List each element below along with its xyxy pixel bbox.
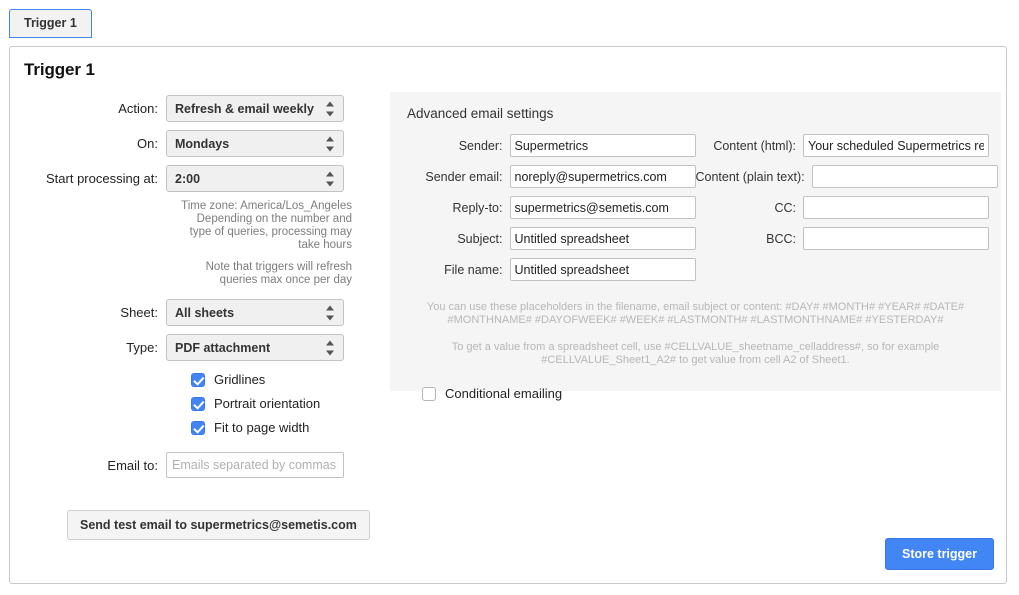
trigger-settings-form: Action: Refresh & email weekly On: Monda… bbox=[10, 95, 382, 540]
bcc-label: BCC: bbox=[696, 232, 804, 246]
sender-row: Sender: bbox=[402, 134, 696, 157]
bcc-row: BCC: bbox=[696, 227, 990, 250]
start-processing-label: Start processing at: bbox=[10, 171, 166, 186]
on-select[interactable]: Mondays bbox=[166, 130, 344, 157]
checkbox-conditional-emailing[interactable]: Conditional emailing bbox=[422, 386, 989, 401]
type-row: Type: PDF attachment bbox=[10, 334, 382, 361]
file-name-row: File name: bbox=[402, 258, 696, 281]
content-html-input[interactable] bbox=[803, 134, 989, 157]
page-title: Trigger 1 bbox=[24, 60, 95, 80]
sender-email-label: Sender email: bbox=[402, 170, 510, 184]
content-html-row: Content (html): bbox=[696, 134, 990, 157]
trigger-card: Trigger 1 Action: Refresh & email weekly… bbox=[9, 46, 1007, 584]
sheet-select-value: All sheets bbox=[167, 306, 234, 320]
checkbox-fit-to-page-width[interactable]: Fit to page width bbox=[191, 420, 382, 435]
action-row: Action: Refresh & email weekly bbox=[10, 95, 382, 122]
sender-input[interactable] bbox=[510, 134, 696, 157]
checkbox-gridlines-label: Gridlines bbox=[214, 372, 265, 387]
checkmark-icon bbox=[191, 421, 205, 435]
email-to-input[interactable] bbox=[166, 452, 344, 478]
on-row: On: Mondays bbox=[10, 130, 382, 157]
cc-label: CC: bbox=[696, 201, 804, 215]
start-processing-select[interactable]: 2:00 bbox=[166, 165, 344, 192]
stepper-icon bbox=[325, 136, 334, 151]
on-label: On: bbox=[10, 136, 166, 151]
sender-label: Sender: bbox=[402, 139, 510, 153]
checkbox-portrait-orientation[interactable]: Portrait orientation bbox=[191, 396, 382, 411]
reply-to-row: Reply-to: bbox=[402, 196, 696, 219]
type-select-value: PDF attachment bbox=[167, 341, 270, 355]
email-to-label: Email to: bbox=[10, 458, 166, 473]
tab-trigger-1[interactable]: Trigger 1 bbox=[9, 9, 92, 38]
on-select-value: Mondays bbox=[167, 137, 229, 151]
content-plain-text-input[interactable] bbox=[812, 165, 998, 188]
checkbox-fit-to-page-width-label: Fit to page width bbox=[214, 420, 309, 435]
email-to-row: Email to: bbox=[10, 452, 382, 478]
refresh-note: Note that triggers will refresh queries … bbox=[174, 261, 352, 287]
send-test-email-button[interactable]: Send test email to supermetrics@semetis.… bbox=[67, 510, 370, 540]
sender-email-input[interactable] bbox=[510, 165, 696, 188]
type-select[interactable]: PDF attachment bbox=[166, 334, 344, 361]
checkbox-portrait-orientation-label: Portrait orientation bbox=[214, 396, 320, 411]
start-processing-row: Start processing at: 2:00 bbox=[10, 165, 382, 192]
file-name-label: File name: bbox=[402, 263, 510, 277]
bcc-input[interactable] bbox=[803, 227, 989, 250]
cc-input[interactable] bbox=[803, 196, 989, 219]
file-name-input[interactable] bbox=[510, 258, 696, 281]
type-label: Type: bbox=[10, 340, 166, 355]
subject-input[interactable] bbox=[510, 227, 696, 250]
sheet-select[interactable]: All sheets bbox=[166, 299, 344, 326]
checkmark-icon bbox=[191, 373, 205, 387]
action-label: Action: bbox=[10, 101, 166, 116]
stepper-icon bbox=[325, 171, 334, 186]
subject-row: Subject: bbox=[402, 227, 696, 250]
stepper-icon bbox=[325, 101, 334, 116]
checkbox-gridlines[interactable]: Gridlines bbox=[191, 372, 382, 387]
content-plain-text-label: Content (plain text): bbox=[696, 170, 812, 184]
action-select[interactable]: Refresh & email weekly bbox=[166, 95, 344, 122]
advanced-settings-title: Advanced email settings bbox=[402, 106, 989, 121]
conditional-emailing-label: Conditional emailing bbox=[445, 386, 562, 401]
timezone-note: Time zone: America/Los_Angeles Depending… bbox=[174, 200, 352, 252]
reply-to-label: Reply-to: bbox=[402, 201, 510, 215]
subject-label: Subject: bbox=[402, 232, 510, 246]
reply-to-input[interactable] bbox=[510, 196, 696, 219]
sheet-row: Sheet: All sheets bbox=[10, 299, 382, 326]
store-trigger-button[interactable]: Store trigger bbox=[885, 538, 994, 570]
checkbox-empty-icon bbox=[422, 387, 436, 401]
advanced-right-column: Content (html): Content (plain text): CC… bbox=[696, 134, 990, 289]
sheet-label: Sheet: bbox=[10, 305, 166, 320]
advanced-left-column: Sender: Sender email: Reply-to: Subject:… bbox=[402, 134, 696, 289]
stepper-icon bbox=[325, 340, 334, 355]
checkmark-icon bbox=[191, 397, 205, 411]
start-processing-value: 2:00 bbox=[167, 172, 200, 186]
sender-email-row: Sender email: bbox=[402, 165, 696, 188]
cellvalue-note: To get a value from a spreadsheet cell, … bbox=[402, 341, 989, 367]
cc-row: CC: bbox=[696, 196, 990, 219]
content-plain-text-row: Content (plain text): bbox=[696, 165, 990, 188]
action-select-value: Refresh & email weekly bbox=[167, 102, 314, 116]
content-html-label: Content (html): bbox=[696, 139, 804, 153]
tab-strip: Trigger 1 bbox=[0, 0, 1019, 37]
placeholder-tokens-note: You can use these placeholders in the fi… bbox=[402, 301, 989, 327]
stepper-icon bbox=[325, 305, 334, 320]
advanced-email-settings-panel: Advanced email settings Sender: Sender e… bbox=[390, 92, 1001, 391]
